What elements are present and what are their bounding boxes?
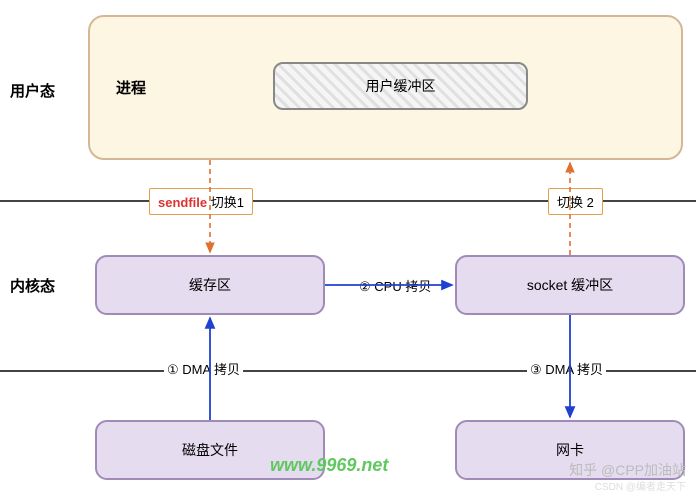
user-space-box: 进程 用户缓冲区: [88, 15, 683, 160]
switch2-label: 切换 2: [548, 188, 603, 215]
cpu-copy-label: ② CPU 拷贝: [356, 275, 434, 296]
cache-label: 缓存区: [189, 275, 231, 295]
cache-node: 缓存区: [95, 255, 325, 315]
user-space-label: 用户态: [10, 80, 55, 101]
dma-copy3-label: ③ DMA 拷贝: [527, 358, 606, 379]
watermark-author: 知乎 @CPP加油站: [569, 460, 686, 480]
kernel-space-label: 内核态: [10, 275, 55, 296]
sendfile-text: sendfile: [158, 195, 207, 210]
sendfile-switch1-label: sendfile 切换1: [149, 188, 253, 215]
user-buffer-label: 用户缓冲区: [366, 76, 436, 96]
socket-buffer-node: socket 缓冲区: [455, 255, 685, 315]
process-node: 进程: [116, 77, 146, 98]
socket-buffer-label: socket 缓冲区: [527, 275, 613, 295]
switch1-text: 切换1: [207, 195, 244, 210]
watermark-url: www.9969.net: [270, 455, 388, 476]
user-buffer-node: 用户缓冲区: [273, 62, 528, 110]
watermark-csdn: CSDN @编者走天下: [595, 478, 686, 493]
nic-label: 网卡: [556, 440, 584, 460]
disk-file-label: 磁盘文件: [182, 440, 238, 460]
dma-copy1-label: ① DMA 拷贝: [164, 358, 243, 379]
